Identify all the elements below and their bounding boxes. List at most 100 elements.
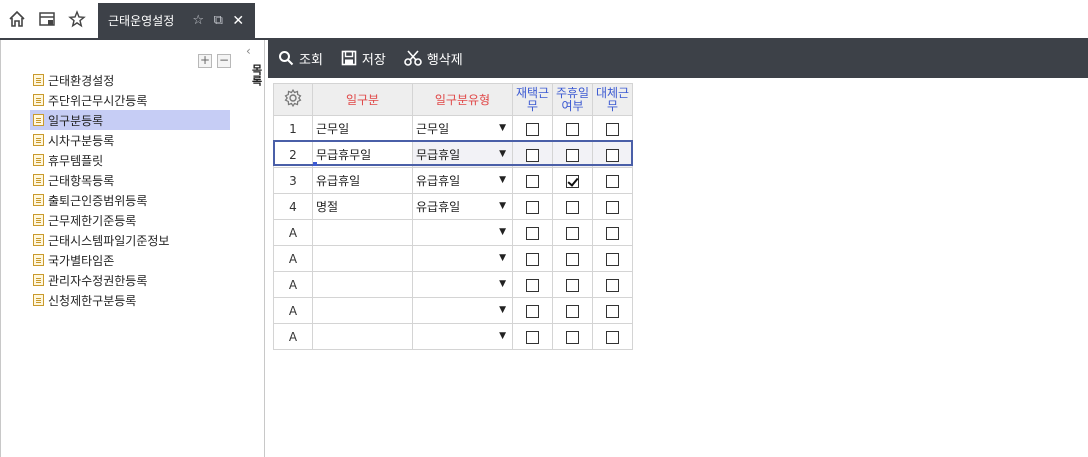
weekly-holiday-checkbox[interactable]: [566, 278, 579, 292]
day-type-cell[interactable]: [312, 271, 413, 298]
dropdown-arrow-icon[interactable]: ▼: [499, 149, 506, 159]
remote-work-checkbox[interactable]: [526, 330, 539, 344]
weekly-holiday-checkbox[interactable]: [566, 200, 579, 214]
tree-item[interactable]: 국가별타임존: [30, 250, 230, 270]
substitute-work-checkbox[interactable]: [606, 122, 619, 136]
expand-all-button[interactable]: +: [198, 54, 212, 68]
header-day-type-kind[interactable]: 일구분유형: [412, 83, 513, 116]
table-row[interactable]: A ▼: [273, 297, 633, 324]
table-row[interactable]: 1 근무일 근무일 ▼: [273, 115, 633, 142]
day-type-kind-select[interactable]: ▼: [412, 219, 513, 246]
weekly-holiday-checkbox[interactable]: [566, 252, 579, 266]
header-substitute-work[interactable]: 대체근 무: [592, 83, 633, 116]
substitute-work-checkbox[interactable]: [606, 174, 619, 188]
tree-item[interactable]: 신청제한구분등록: [30, 290, 230, 310]
remote-work-checkbox[interactable]: [526, 226, 539, 240]
tree-item[interactable]: 근태시스템파일기준정보: [30, 230, 230, 250]
dropdown-arrow-icon[interactable]: ▼: [499, 279, 506, 289]
day-type-kind-select[interactable]: 무급휴일 ▼: [412, 141, 513, 168]
remote-work-checkbox[interactable]: [526, 148, 539, 162]
day-type-cell[interactable]: 무급휴무일: [312, 141, 413, 168]
dropdown-arrow-icon[interactable]: ▼: [499, 201, 506, 211]
remote-work-checkbox-cell: [512, 193, 553, 220]
weekly-holiday-checkbox[interactable]: [566, 148, 579, 162]
table-row[interactable]: A ▼: [273, 323, 633, 350]
tree-item-label: 휴무템플릿: [48, 153, 104, 168]
substitute-work-checkbox[interactable]: [606, 226, 619, 240]
row-number: A: [273, 271, 313, 298]
tab-popout-icon[interactable]: ⧉: [210, 13, 226, 28]
remote-work-checkbox[interactable]: [526, 200, 539, 214]
tree-item[interactable]: 관리자수정권한등록: [30, 270, 230, 290]
day-type-kind-select[interactable]: ▼: [412, 271, 513, 298]
dropdown-arrow-icon[interactable]: ▼: [499, 227, 506, 237]
home-icon[interactable]: [6, 8, 28, 30]
remote-work-checkbox[interactable]: [526, 304, 539, 318]
dropdown-arrow-icon[interactable]: ▼: [499, 123, 506, 133]
dropdown-arrow-icon[interactable]: ▼: [499, 305, 506, 315]
chevron-left-icon[interactable]: ‹: [246, 44, 251, 58]
tab-star-icon[interactable]: ☆: [190, 13, 206, 28]
day-type-cell[interactable]: 근무일: [312, 115, 413, 142]
day-type-kind-select[interactable]: 유급휴일 ▼: [412, 167, 513, 194]
header-day-type[interactable]: 일구분: [312, 83, 413, 116]
substitute-work-checkbox[interactable]: [606, 278, 619, 292]
table-row[interactable]: A ▼: [273, 271, 633, 298]
table-row[interactable]: A ▼: [273, 245, 633, 272]
window-list-icon[interactable]: [36, 8, 58, 30]
day-type-cell[interactable]: [312, 323, 413, 350]
star-icon[interactable]: [66, 8, 88, 30]
grid-settings-header[interactable]: [273, 83, 313, 116]
tab-attendance-settings[interactable]: 근태운영설정 ☆ ⧉ ✕: [98, 3, 255, 38]
substitute-work-checkbox[interactable]: [606, 200, 619, 214]
day-type-cell[interactable]: 유급휴일: [312, 167, 413, 194]
tree-item[interactable]: 근태항목등록: [30, 170, 230, 190]
remote-work-checkbox[interactable]: [526, 122, 539, 136]
weekly-holiday-checkbox[interactable]: [566, 330, 579, 344]
day-type-kind-select[interactable]: ▼: [412, 297, 513, 324]
weekly-holiday-checkbox[interactable]: [566, 304, 579, 318]
substitute-work-checkbox[interactable]: [606, 252, 619, 266]
weekly-holiday-checkbox[interactable]: [566, 174, 579, 188]
tree-item[interactable]: 근무제한기준등록: [30, 210, 230, 230]
table-row[interactable]: A ▼: [273, 219, 633, 246]
panel-splitter[interactable]: [264, 40, 265, 457]
day-type-kind-select[interactable]: ▼: [412, 245, 513, 272]
weekly-holiday-checkbox[interactable]: [566, 226, 579, 240]
dropdown-arrow-icon[interactable]: ▼: [499, 175, 506, 185]
search-button[interactable]: 조회: [278, 49, 323, 68]
day-type-cell[interactable]: 명절: [312, 193, 413, 220]
weekly-holiday-checkbox[interactable]: [566, 122, 579, 136]
table-row[interactable]: 2 무급휴무일 무급휴일 ▼: [273, 141, 633, 168]
tree-item[interactable]: 주단위근무시간등록: [30, 90, 230, 110]
save-button[interactable]: 저장: [341, 49, 386, 68]
day-type-cell[interactable]: [312, 245, 413, 272]
substitute-work-checkbox[interactable]: [606, 330, 619, 344]
collapse-all-button[interactable]: −: [217, 54, 231, 68]
day-type-kind-select[interactable]: 근무일 ▼: [412, 115, 513, 142]
substitute-work-checkbox[interactable]: [606, 148, 619, 162]
table-row[interactable]: 3 유급휴일 유급휴일 ▼: [273, 167, 633, 194]
substitute-work-checkbox[interactable]: [606, 304, 619, 318]
day-type-kind-select[interactable]: 유급휴일 ▼: [412, 193, 513, 220]
tree-item[interactable]: 근태환경설정: [30, 70, 230, 90]
tree-item[interactable]: 일구분등록: [30, 110, 230, 130]
table-row[interactable]: 4 명절 유급휴일 ▼: [273, 193, 633, 220]
tree-item[interactable]: 휴무템플릿: [30, 150, 230, 170]
day-type-cell[interactable]: [312, 219, 413, 246]
day-type-kind-select[interactable]: ▼: [412, 323, 513, 350]
dropdown-arrow-icon[interactable]: ▼: [499, 331, 506, 341]
dropdown-arrow-icon[interactable]: ▼: [499, 253, 506, 263]
delete-row-button[interactable]: 행삭제: [404, 49, 463, 68]
tree-item[interactable]: 출퇴근인증범위등록: [30, 190, 230, 210]
tree-item-label: 신청제한구분등록: [48, 293, 137, 308]
close-icon[interactable]: ✕: [230, 13, 246, 29]
remote-work-checkbox[interactable]: [526, 252, 539, 266]
header-remote-work[interactable]: 재택근 무: [512, 83, 553, 116]
document-icon: [33, 94, 44, 106]
remote-work-checkbox[interactable]: [526, 174, 539, 188]
header-weekly-holiday[interactable]: 주휴일 여부: [552, 83, 593, 116]
day-type-cell[interactable]: [312, 297, 413, 324]
tree-item[interactable]: 시차구분등록: [30, 130, 230, 150]
remote-work-checkbox[interactable]: [526, 278, 539, 292]
